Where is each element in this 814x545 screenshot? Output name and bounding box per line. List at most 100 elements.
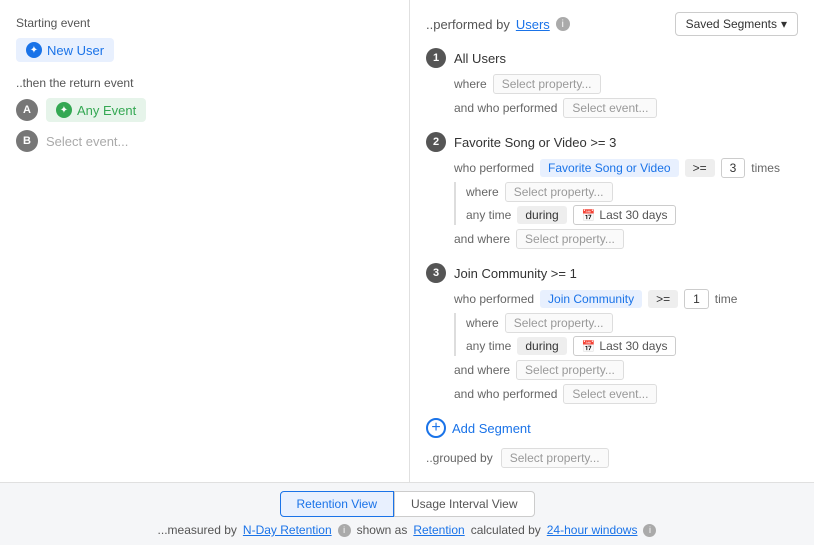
user-icon: ✦: [26, 42, 42, 58]
add-segment-row[interactable]: + Add Segment: [426, 418, 798, 438]
starting-event-label: Starting event: [16, 16, 393, 30]
where-label-2: where: [466, 185, 499, 199]
segment-3-who-row: who performed Join Community >= 1 time: [454, 289, 798, 309]
calendar-icon-2: 📅: [582, 209, 596, 222]
segment-3-title: Join Community >= 1: [454, 266, 577, 281]
windows-info-icon[interactable]: i: [643, 524, 656, 537]
segment-3-sub-block: where Select property... any time during…: [454, 313, 798, 356]
left-panel: Starting event ✦ New User ..then the ret…: [0, 0, 410, 482]
then-return-label: ..then the return event: [16, 76, 393, 90]
and-who-performed-label-1: and who performed: [454, 101, 557, 115]
users-link[interactable]: Users: [516, 17, 550, 32]
performed-by-prefix: ..performed by: [426, 17, 510, 32]
segment-1-title: All Users: [454, 51, 506, 66]
segment-2-block: 2 Favorite Song or Video >= 3 who perfor…: [426, 132, 798, 249]
calendar-icon-3: 📅: [582, 340, 596, 353]
event-a-row: A ✦ Any Event: [16, 98, 393, 122]
users-info-icon[interactable]: i: [556, 17, 570, 31]
and-where-label-3: and where: [454, 363, 510, 377]
segment-3-count[interactable]: 1: [684, 289, 709, 309]
segment-2-and-where-row: and where Select property...: [454, 229, 798, 249]
performed-by-row: ..performed by Users i: [426, 17, 570, 32]
calculated-by-prefix: calculated by: [471, 523, 541, 537]
segment-3-and-where-row: and where Select property...: [454, 360, 798, 380]
shown-as-prefix: shown as: [357, 523, 408, 537]
any-event-tag[interactable]: ✦ Any Event: [46, 98, 146, 122]
add-segment-label: Add Segment: [452, 421, 531, 436]
any-time-label-3: any time: [466, 339, 511, 353]
measure-row: ...measured by N-Day Retention i shown a…: [16, 523, 798, 537]
segment-2-body: who performed Favorite Song or Video >= …: [426, 158, 798, 249]
segment-2-during[interactable]: during: [517, 206, 566, 224]
segment-3-event-chip[interactable]: Join Community: [540, 290, 642, 308]
and-where-label-2: and where: [454, 232, 510, 246]
add-segment-icon: +: [426, 418, 446, 438]
grouped-by-select[interactable]: Select property...: [501, 448, 609, 468]
chevron-down-icon: ▾: [781, 17, 787, 31]
segment-3-title-row: 3 Join Community >= 1: [426, 263, 798, 283]
saved-segments-button[interactable]: Saved Segments ▾: [675, 12, 798, 36]
segment-1-body: where Select property... and who perform…: [426, 74, 798, 118]
grouped-by-row: ..grouped by Select property...: [426, 448, 798, 468]
segment-2-title-row: 2 Favorite Song or Video >= 3: [426, 132, 798, 152]
segment-3-and-where-select[interactable]: Select property...: [516, 360, 624, 380]
segment-2-anytime-row: any time during 📅 Last 30 days: [466, 205, 798, 225]
segment-1-block: 1 All Users where Select property... and…: [426, 48, 798, 118]
segment-2-date[interactable]: 📅 Last 30 days: [573, 205, 677, 225]
any-event-icon: ✦: [56, 102, 72, 118]
segment-2-count[interactable]: 3: [721, 158, 746, 178]
segment-3-body: who performed Join Community >= 1 time w…: [426, 289, 798, 404]
segment-3-block: 3 Join Community >= 1 who performed Join…: [426, 263, 798, 404]
event-b-placeholder[interactable]: Select event...: [46, 134, 128, 149]
n-day-retention-link[interactable]: N-Day Retention: [243, 523, 332, 537]
grouped-by-label: ..grouped by: [426, 451, 493, 465]
where-label-3: where: [466, 316, 499, 330]
event-a-letter: A: [16, 99, 38, 121]
segment-2-who-row: who performed Favorite Song or Video >= …: [454, 158, 798, 178]
segment-3-and-who-row: and who performed Select event...: [454, 384, 798, 404]
right-header: ..performed by Users i Saved Segments ▾: [426, 12, 798, 36]
segment-2-event-chip[interactable]: Favorite Song or Video: [540, 159, 679, 177]
windows-link[interactable]: 24-hour windows: [547, 523, 638, 537]
new-user-tag[interactable]: ✦ New User: [16, 38, 114, 62]
times-label-2: times: [751, 161, 780, 175]
segment-3-operator[interactable]: >=: [648, 290, 678, 308]
segment-2-number: 2: [426, 132, 446, 152]
view-tabs: Retention View Usage Interval View: [16, 491, 798, 517]
segment-3-where-row: where Select property...: [466, 313, 798, 333]
who-performed-label-3: who performed: [454, 292, 534, 306]
any-event-label: Any Event: [77, 103, 136, 118]
segment-1-where-row: where Select property...: [454, 74, 798, 94]
segment-1-who-performed-row: and who performed Select event...: [454, 98, 798, 118]
segment-1-number: 1: [426, 48, 446, 68]
usage-interval-view-tab[interactable]: Usage Interval View: [394, 491, 535, 517]
measured-prefix: ...measured by: [158, 523, 237, 537]
new-user-label: New User: [47, 43, 104, 58]
and-who-performed-label-3: and who performed: [454, 387, 557, 401]
segment-3-date[interactable]: 📅 Last 30 days: [573, 336, 677, 356]
retention-link[interactable]: Retention: [413, 523, 464, 537]
who-performed-label-2: who performed: [454, 161, 534, 175]
segment-3-anytime-row: any time during 📅 Last 30 days: [466, 336, 798, 356]
any-time-label-2: any time: [466, 208, 511, 222]
n-day-info-icon[interactable]: i: [338, 524, 351, 537]
segment-2-and-where-select[interactable]: Select property...: [516, 229, 624, 249]
segment-1-event-select[interactable]: Select event...: [563, 98, 657, 118]
segment-2-where-select[interactable]: Select property...: [505, 182, 613, 202]
bottom-bar: Retention View Usage Interval View ...me…: [0, 482, 814, 545]
segment-2-title: Favorite Song or Video >= 3: [454, 135, 616, 150]
where-label-1: where: [454, 77, 487, 91]
segment-2-where-row: where Select property...: [466, 182, 798, 202]
segment-3-event-select[interactable]: Select event...: [563, 384, 657, 404]
retention-view-tab[interactable]: Retention View: [280, 491, 395, 517]
segment-2-operator[interactable]: >=: [685, 159, 715, 177]
segment-3-during[interactable]: during: [517, 337, 566, 355]
segment-1-title-row: 1 All Users: [426, 48, 798, 68]
time-label-3: time: [715, 292, 738, 306]
event-b-letter: B: [16, 130, 38, 152]
segment-1-where-select[interactable]: Select property...: [493, 74, 601, 94]
segment-3-where-select[interactable]: Select property...: [505, 313, 613, 333]
right-panel: ..performed by Users i Saved Segments ▾ …: [410, 0, 814, 482]
segment-2-sub-block: where Select property... any time during…: [454, 182, 798, 225]
segment-3-number: 3: [426, 263, 446, 283]
